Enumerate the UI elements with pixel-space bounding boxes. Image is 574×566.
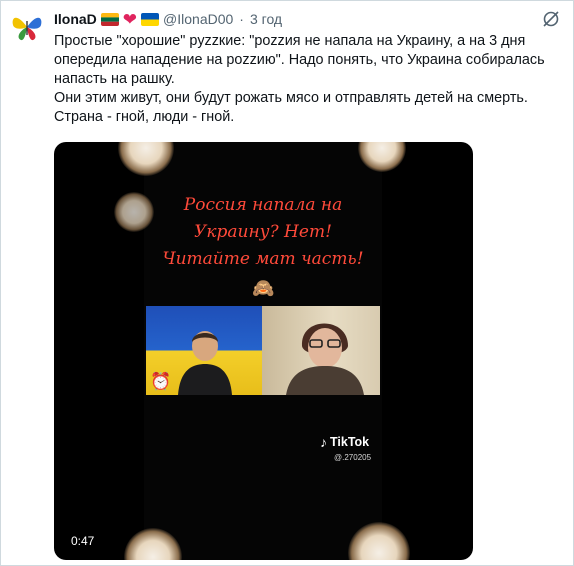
tweet-header: IlonaD ❤ @IlonaD00 · 3 год <box>54 9 282 29</box>
video-split-screen: ⏰ <box>146 306 380 395</box>
caption-line: Украину? Нет! <box>194 222 332 242</box>
tweet-text: Простые "хорошие" pyzzкие: "pozzия не на… <box>54 32 566 127</box>
grok-icon[interactable] <box>541 9 561 29</box>
burnt-edge <box>358 142 406 172</box>
display-name[interactable]: IlonaD <box>54 11 97 27</box>
butterfly-icon <box>12 17 42 41</box>
video-player[interactable]: Россия напала на Украину? Нет! Читайте м… <box>54 142 473 560</box>
avatar[interactable] <box>9 9 45 45</box>
timestamp[interactable]: 3 год <box>250 11 282 27</box>
red-heart-icon: ❤ <box>122 9 138 29</box>
burnt-edge <box>118 142 174 176</box>
video-caption: Россия напала на Украину? Нет! Читайте м… <box>144 192 382 273</box>
tiktok-watermark: ♪ TikTok <box>320 434 369 450</box>
tweet-card[interactable]: IlonaD ❤ @IlonaD00 · 3 год Простые "хоро… <box>0 0 574 566</box>
ukraine-flag-icon <box>141 12 160 26</box>
caption-line: Россия напала на <box>183 195 343 215</box>
video-duration: 0:47 <box>67 532 99 550</box>
see-no-evil-monkey-icon: 🙈 <box>252 278 275 298</box>
man-figure <box>178 331 232 395</box>
woman-figure <box>286 323 364 395</box>
left-video-pane: ⏰ <box>146 306 262 395</box>
burnt-edge <box>348 522 410 560</box>
lithuania-flag-icon <box>100 12 119 26</box>
tiktok-icon: ♪ <box>320 434 327 450</box>
tweet-paragraph-1: Простые "хорошие" pyzzкие: "pozzия не на… <box>54 33 545 87</box>
alarm-clock-icon: ⏰ <box>150 372 172 391</box>
caption-line: Читайте мат часть! <box>162 249 364 269</box>
tiktok-label: TikTok <box>330 435 370 449</box>
tweet-paragraph-2: Они этим живут, они будут рожать мясо и … <box>54 90 528 125</box>
tiktok-handle: @.270205 <box>334 453 372 462</box>
burnt-edge <box>124 528 182 560</box>
user-handle[interactable]: @IlonaD00 <box>163 11 233 27</box>
right-video-pane <box>262 306 380 395</box>
separator-dot: · <box>239 11 244 27</box>
